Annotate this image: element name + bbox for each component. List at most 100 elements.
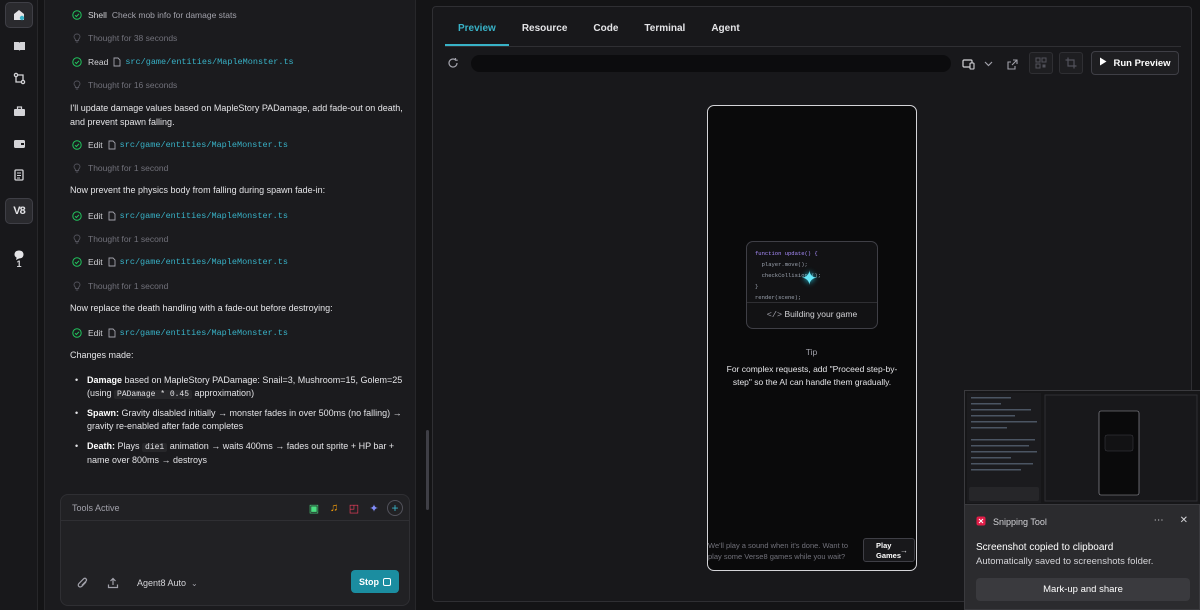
bullet-title: Death: [87,441,116,451]
tab-resource[interactable]: Resource [509,15,581,46]
verse8-logo-text: V8 [13,205,26,217]
close-icon[interactable]: ✕ [1180,515,1188,526]
thought-row[interactable]: Thought for 1 second [72,281,168,291]
url-bar[interactable] [471,55,951,72]
play-games-button[interactable]: Play Games → [863,538,915,562]
step-verb: Edit [88,257,103,267]
more-options-icon[interactable]: ⋯ [1154,515,1164,526]
tab-agent[interactable]: Agent [698,15,752,46]
sparkle-tool-icon[interactable]: ✦ [367,501,381,515]
file-path[interactable]: src/game/entities/MapleMonster.ts [125,57,293,67]
bullet-text: approximation) [192,388,255,398]
thought-row[interactable]: Thought for 1 second [72,163,168,173]
phone-preview-frame: function update() { player.move(); check… [707,105,917,571]
file-path[interactable]: src/game/entities/MapleMonster.ts [120,140,288,150]
verse8-logo[interactable]: V8 [5,198,33,224]
file-path[interactable]: src/game/entities/MapleMonster.ts [120,257,288,267]
open-external-icon[interactable] [1005,57,1019,71]
code-line: render(scene); [755,294,802,301]
thought-row[interactable]: Thought for 1 second [72,234,168,244]
upload-icon[interactable] [103,573,123,593]
tab-preview[interactable]: Preview [445,15,509,46]
check-circle-icon [72,328,82,338]
image-tool-icon[interactable]: ▣ [307,501,321,515]
tool-step-row[interactable]: Edit src/game/entities/MapleMonster.ts [72,328,288,338]
stop-icon [383,577,391,586]
markup-share-button[interactable]: Mark-up and share [976,578,1190,601]
book-icon[interactable] [5,33,33,59]
attach-icon[interactable] [73,573,93,593]
device-chevron-icon[interactable] [981,57,995,71]
preview-tabs: Preview Resource Code Terminal Agent [445,15,1181,47]
crop-icon[interactable] [1059,52,1083,74]
toast-title: Screenshot copied to clipboard [976,542,1114,553]
check-circle-icon [72,211,82,221]
model-selector[interactable]: Agent8 Auto ⌄ [137,578,198,588]
document-icon[interactable] [5,162,33,188]
chevron-down-icon: ⌄ [191,578,198,588]
step-verb: Edit [88,328,103,338]
inline-code: die1 [142,443,168,452]
tab-terminal[interactable]: Terminal [631,15,698,46]
home-icon[interactable] [5,2,33,28]
tool-step-row[interactable]: Edit src/game/entities/MapleMonster.ts [72,257,288,267]
chat-scrollbar[interactable] [426,430,429,510]
check-circle-icon [72,257,82,267]
device-icon[interactable] [961,57,975,71]
lightbulb-icon [72,234,82,244]
card-divider [747,302,877,303]
lightbulb-icon [72,80,82,90]
file-path[interactable]: src/game/entities/MapleMonster.ts [120,211,288,221]
chat-composer: Tools Active ▣ ♫ ◰ ✦ + Agent8 Auto ⌄ Sto… [60,494,410,606]
tools-bar: Tools Active ▣ ♫ ◰ ✦ + [61,495,409,521]
tip-title: Tip [805,347,818,357]
check-circle-icon [72,57,82,67]
step-verb: Edit [88,140,103,150]
phone-footer: We'll play a sound when it's done. Want … [708,538,915,568]
music-tool-icon[interactable]: ♫ [327,501,341,515]
add-tool-icon[interactable]: + [387,500,403,516]
play-games-label: Games [876,551,902,560]
thought-text: Thought for 1 second [88,281,169,291]
asset-tool-icon[interactable]: ◰ [347,501,361,515]
app-rail: V8 1 [0,0,38,610]
lightbulb-icon [72,281,82,291]
bullet-text: Gravity disabled initially → monster fad… [87,408,402,431]
building-card: function update() { player.move(); check… [746,241,878,329]
play-games-label: Play [876,541,892,550]
check-circle-icon [72,140,82,150]
refresh-icon[interactable] [447,57,459,69]
file-icon [108,257,116,267]
tool-step-row[interactable]: Read src/game/entities/MapleMonster.ts [72,57,294,67]
briefcase-icon[interactable] [5,98,33,124]
file-icon [108,211,116,221]
wait-message: We'll play a sound when it's done. Want … [708,541,849,561]
stop-button[interactable]: Stop [351,570,399,593]
wallet-icon[interactable] [5,130,33,156]
tab-code[interactable]: Code [580,15,631,46]
change-bullet-spawn: Spawn: Gravity disabled initially → mons… [72,407,406,433]
git-branch-icon[interactable] [5,65,33,91]
qr-code-icon[interactable] [1029,52,1053,74]
tool-step-row[interactable]: Edit src/game/entities/MapleMonster.ts [72,211,288,221]
snipping-tool-notification: Snipping Tool ⋯ ✕ Screenshot copied to c… [964,504,1200,610]
toast-subtitle: Automatically saved to screenshots folde… [976,556,1154,567]
thought-row[interactable]: Thought for 16 seconds [72,80,177,90]
screenshot-thumbnail[interactable] [964,390,1200,505]
thought-row[interactable]: Thought for 38 seconds [72,33,177,43]
code-line: function update() { [755,250,818,257]
code-line: } [755,283,759,290]
model-label: Agent8 Auto [137,578,187,588]
change-bullet-death: Death: Plays die1 animation → waits 400m… [72,440,406,467]
tool-step-row[interactable]: Shell Check mob info for damage stats [72,10,237,20]
file-icon [113,57,121,67]
play-icon [1099,57,1107,69]
run-preview-label: Run Preview [1113,57,1171,69]
file-path[interactable]: src/game/entities/MapleMonster.ts [120,328,288,338]
run-preview-button[interactable]: Run Preview [1091,51,1179,75]
assistant-message: I'll update damage values based on Maple… [70,103,403,127]
bullet-text: Plays [115,441,143,451]
bullet-title: Damage [87,375,123,385]
step-verb: Shell [88,10,107,20]
tool-step-row[interactable]: Edit src/game/entities/MapleMonster.ts [72,140,288,150]
